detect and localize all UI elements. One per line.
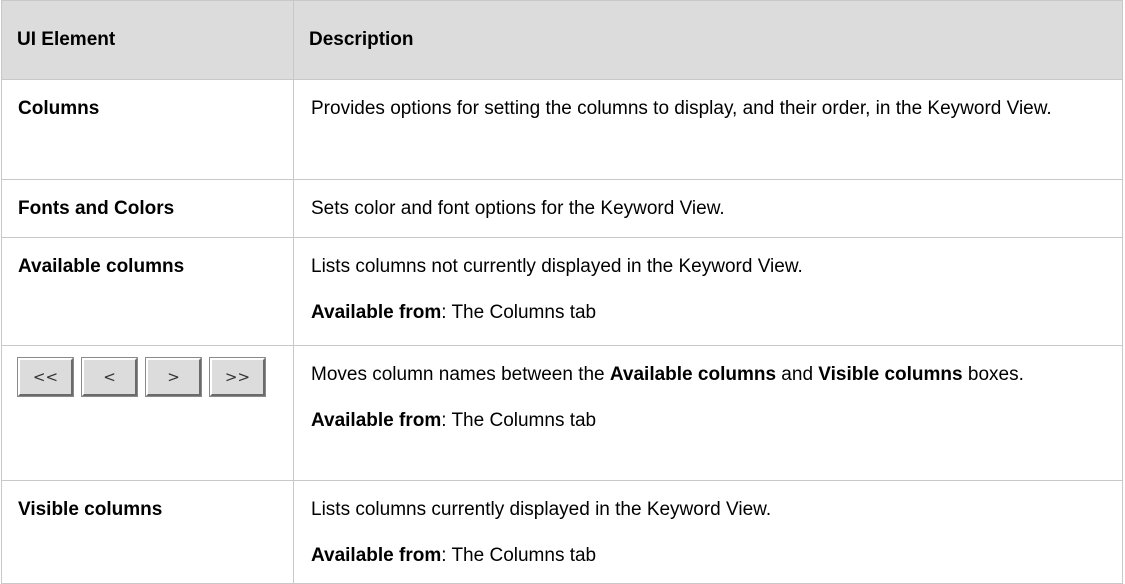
row-element-move-buttons: << < > >>	[1, 345, 294, 481]
available-from-value: : The Columns tab	[441, 302, 597, 323]
row-element-fonts-colors: Fonts and Colors	[1, 179, 294, 238]
available-from-value: : The Columns tab	[441, 410, 597, 431]
description-text: Moves column names between the Available…	[311, 362, 1102, 388]
available-from-label: Available from	[311, 302, 442, 323]
desc-bold-visible-columns: Visible columns	[818, 364, 963, 385]
available-from-value: : The Columns tab	[441, 545, 597, 566]
desc-part: Moves column names between the	[311, 364, 610, 385]
description-text: Sets color and font options for the Keyw…	[311, 198, 725, 219]
move-right-button[interactable]: >	[146, 358, 201, 396]
description-text: Lists columns currently displayed in the…	[311, 499, 772, 520]
table-header-row: UI Element Description	[1, 0, 1123, 80]
table-row: Available columns Lists columns not curr…	[1, 237, 1123, 346]
table-row: << < > >> Moves column names between the…	[1, 345, 1123, 481]
desc-part: boxes.	[962, 364, 1024, 385]
row-element-columns: Columns	[1, 79, 294, 180]
row-description-columns: Provides options for setting the columns…	[293, 79, 1123, 180]
desc-bold-available-columns: Available columns	[609, 364, 777, 385]
header-ui-element: UI Element	[1, 0, 294, 80]
row-description-available-columns: Lists columns not currently displayed in…	[293, 237, 1123, 346]
description-text: Provides options for setting the columns…	[311, 98, 1052, 119]
available-from-label: Available from	[311, 545, 442, 566]
row-description-visible-columns: Lists columns currently displayed in the…	[293, 480, 1123, 584]
header-description: Description	[293, 0, 1123, 80]
table-row: Columns Provides options for setting the…	[1, 79, 1123, 180]
available-from-note: Available from: The Columns tab	[311, 300, 1102, 336]
ui-elements-table: UI Element Description Columns Provides …	[1, 0, 1123, 584]
available-from-note: Available from: The Columns tab	[311, 408, 1102, 444]
move-buttons-group: << < > >>	[18, 358, 283, 396]
available-from-label: Available from	[311, 410, 442, 431]
table-row: Visible columns Lists columns currently …	[1, 480, 1123, 584]
row-description-fonts-colors: Sets color and font options for the Keyw…	[293, 179, 1123, 238]
move-left-button[interactable]: <	[82, 358, 137, 396]
row-element-available-columns: Available columns	[1, 237, 294, 346]
row-description-move-buttons: Moves column names between the Available…	[293, 345, 1123, 481]
row-element-visible-columns: Visible columns	[1, 480, 294, 584]
description-text: Lists columns not currently displayed in…	[311, 256, 803, 277]
desc-part: and	[776, 364, 819, 385]
move-all-right-button[interactable]: >>	[210, 358, 265, 396]
table-row: Fonts and Colors Sets color and font opt…	[1, 179, 1123, 238]
move-all-left-button[interactable]: <<	[18, 358, 73, 396]
available-from-note: Available from: The Columns tab	[311, 543, 1102, 579]
